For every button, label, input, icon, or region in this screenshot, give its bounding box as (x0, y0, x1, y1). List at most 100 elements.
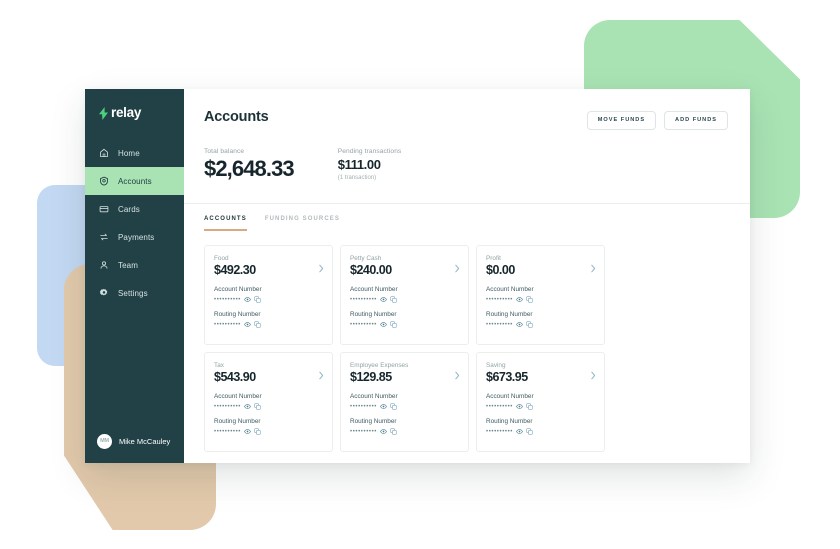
balance-summary: Total balance $2,648.33 Pending transact… (184, 130, 750, 181)
account-balance: $129.85 (350, 369, 392, 384)
chevron-right-icon[interactable] (455, 371, 460, 380)
home-icon (100, 148, 108, 157)
sidebar-item-label: Accounts (118, 176, 152, 186)
chevron-right-icon[interactable] (455, 264, 460, 273)
eye-icon[interactable] (516, 428, 523, 435)
account-number-row: •••••••••• (486, 403, 595, 410)
account-number-masked: •••••••••• (486, 403, 514, 410)
account-card[interactable]: Saving $673.95 Account Number ••••••••••… (476, 351, 605, 452)
account-card[interactable]: Food $492.30 Account Number •••••••••• R… (204, 244, 333, 345)
pending-transactions-label: Pending transactions (337, 147, 402, 155)
add-funds-button[interactable]: ADD FUNDS (664, 111, 728, 130)
move-funds-button[interactable]: MOVE FUNDS (586, 111, 657, 130)
eye-icon[interactable] (380, 296, 387, 303)
total-balance-value: $2,648.33 (204, 155, 295, 181)
copy-icon[interactable] (526, 296, 533, 303)
account-balance: $543.90 (214, 369, 256, 384)
eye-icon[interactable] (244, 321, 251, 328)
tab-bar: ACCOUNTS FUNDING SOURCES (184, 204, 750, 231)
copy-icon[interactable] (390, 403, 397, 410)
page-header: Accounts MOVE FUNDS ADD FUNDS (184, 89, 750, 130)
pending-transactions-block: Pending transactions $111.00 (1 transact… (338, 148, 402, 181)
eye-icon[interactable] (244, 296, 251, 303)
lightning-bolt-icon (99, 106, 108, 120)
routing-number-masked: •••••••••• (486, 321, 514, 328)
routing-number-row: •••••••••• (350, 428, 459, 435)
transfer-icon (100, 233, 108, 241)
copy-icon[interactable] (254, 296, 261, 303)
account-number-masked: •••••••••• (486, 296, 514, 303)
routing-number-label: Routing Number (486, 418, 533, 426)
account-name: Employee Expenses (350, 361, 409, 369)
sidebar-item-team[interactable]: Team (85, 251, 184, 279)
copy-icon[interactable] (390, 296, 397, 303)
sidebar-item-settings[interactable]: Settings (85, 279, 184, 307)
sidebar-item-cards[interactable]: Cards (85, 195, 184, 223)
summary-divider-wrap (184, 181, 750, 204)
eye-icon[interactable] (244, 428, 251, 435)
routing-number-masked: •••••••••• (350, 428, 378, 435)
routing-number-label: Routing Number (350, 311, 397, 319)
sidebar-item-label: Settings (118, 288, 148, 298)
user-profile[interactable]: MM Mike McCauley (85, 419, 184, 463)
chevron-right-icon[interactable] (591, 371, 596, 380)
header-actions: MOVE FUNDS ADD FUNDS (586, 109, 728, 130)
routing-number-masked: •••••••••• (214, 428, 242, 435)
chevron-right-icon[interactable] (591, 264, 596, 273)
sidebar-item-home[interactable]: Home (85, 139, 184, 167)
routing-number-masked: •••••••••• (350, 321, 378, 328)
account-name: Profit (486, 254, 501, 262)
tab-funding-sources[interactable]: FUNDING SOURCES (265, 204, 340, 231)
copy-icon[interactable] (526, 403, 533, 410)
account-name: Food (214, 254, 229, 262)
copy-icon[interactable] (526, 321, 533, 328)
copy-icon[interactable] (254, 403, 261, 410)
copy-icon[interactable] (390, 321, 397, 328)
accounts-grid: Food $492.30 Account Number •••••••••• R… (204, 244, 605, 452)
tab-accounts[interactable]: ACCOUNTS (204, 204, 247, 231)
copy-icon[interactable] (254, 428, 261, 435)
eye-icon[interactable] (380, 321, 387, 328)
avatar: MM (97, 433, 112, 449)
user-name: Mike McCauley (119, 436, 171, 446)
account-name: Petty Cash (350, 254, 382, 262)
account-card[interactable]: Employee Expenses $129.85 Account Number… (340, 351, 469, 452)
sidebar-item-payments[interactable]: Payments (85, 223, 184, 251)
eye-icon[interactable] (516, 321, 523, 328)
account-number-masked: •••••••••• (350, 296, 378, 303)
routing-number-row: •••••••••• (486, 321, 595, 328)
account-number-masked: •••••••••• (214, 296, 242, 303)
copy-icon[interactable] (254, 321, 261, 328)
page-title: Accounts (204, 109, 269, 125)
eye-icon[interactable] (380, 403, 387, 410)
account-number-label: Account Number (350, 286, 398, 294)
copy-icon[interactable] (526, 428, 533, 435)
routing-number-row: •••••••••• (486, 428, 595, 435)
copy-icon[interactable] (390, 428, 397, 435)
main-content: Accounts MOVE FUNDS ADD FUNDS Total bala… (184, 89, 750, 463)
account-number-row: •••••••••• (214, 296, 323, 303)
account-number-masked: •••••••••• (214, 403, 242, 410)
account-balance: $673.95 (486, 369, 528, 384)
sidebar-item-accounts[interactable]: Accounts (85, 167, 184, 195)
routing-number-row: •••••••••• (350, 321, 459, 328)
chevron-right-icon[interactable] (319, 371, 324, 380)
account-card[interactable]: Petty Cash $240.00 Account Number ••••••… (340, 244, 469, 345)
brand-logo[interactable]: relay (85, 89, 184, 123)
eye-icon[interactable] (244, 403, 251, 410)
account-number-label: Account Number (350, 393, 398, 401)
account-card[interactable]: Profit $0.00 Account Number •••••••••• R… (476, 244, 605, 345)
chevron-right-icon[interactable] (319, 264, 324, 273)
eye-icon[interactable] (380, 428, 387, 435)
eye-icon[interactable] (516, 403, 523, 410)
sidebar-nav: Home Accounts Cards Payments Team Settin… (85, 139, 184, 307)
account-number-row: •••••••••• (486, 296, 595, 303)
sidebar-item-label: Payments (118, 232, 155, 242)
accounts-list: Food $492.30 Account Number •••••••••• R… (184, 231, 750, 463)
eye-icon[interactable] (516, 296, 523, 303)
card-icon (99, 206, 109, 213)
account-number-row: •••••••••• (350, 296, 459, 303)
account-card[interactable]: Tax $543.90 Account Number •••••••••• Ro… (204, 351, 333, 452)
total-balance-label: Total balance (204, 147, 245, 155)
account-balance: $0.00 (486, 262, 515, 277)
